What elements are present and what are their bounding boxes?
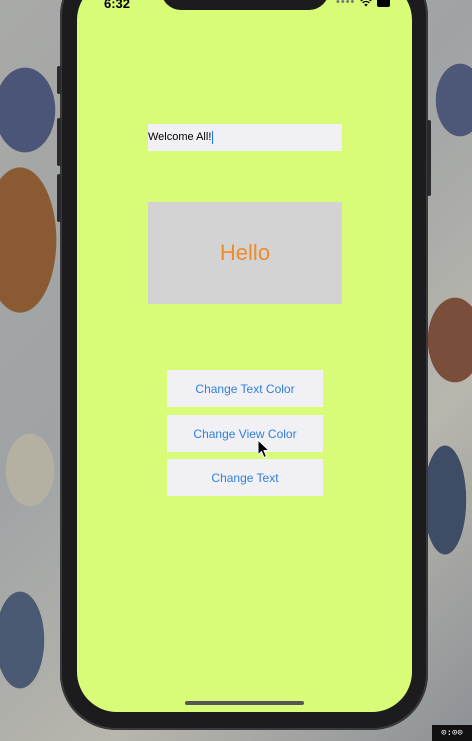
welcome-text-field[interactable]: Welcome All! [148, 124, 342, 151]
status-icons: •••• [336, 0, 391, 8]
battery-icon [377, 0, 391, 7]
power-button [427, 120, 431, 196]
hello-label-view: Hello [148, 202, 342, 304]
recorder-badge: ⊙:⊙⊙ [432, 725, 472, 741]
change-text-color-button[interactable]: Change Text Color [167, 370, 323, 407]
change-view-color-button[interactable]: Change View Color [167, 415, 323, 452]
notch [161, 0, 329, 10]
status-time: 6:32 [104, 0, 131, 11]
app-screen [77, 0, 412, 712]
wifi-icon [360, 0, 373, 6]
volume-down-button [57, 174, 61, 222]
mouse-pointer-icon [257, 439, 271, 459]
volume-up-button [57, 118, 61, 166]
text-caret [212, 130, 214, 144]
home-indicator[interactable] [185, 701, 304, 705]
mute-switch [57, 66, 61, 94]
change-text-button[interactable]: Change Text [167, 459, 323, 496]
hello-label: Hello [219, 240, 271, 265]
text-field-value: Welcome All! [148, 131, 212, 143]
signal-icon: •••• [336, 0, 356, 8]
